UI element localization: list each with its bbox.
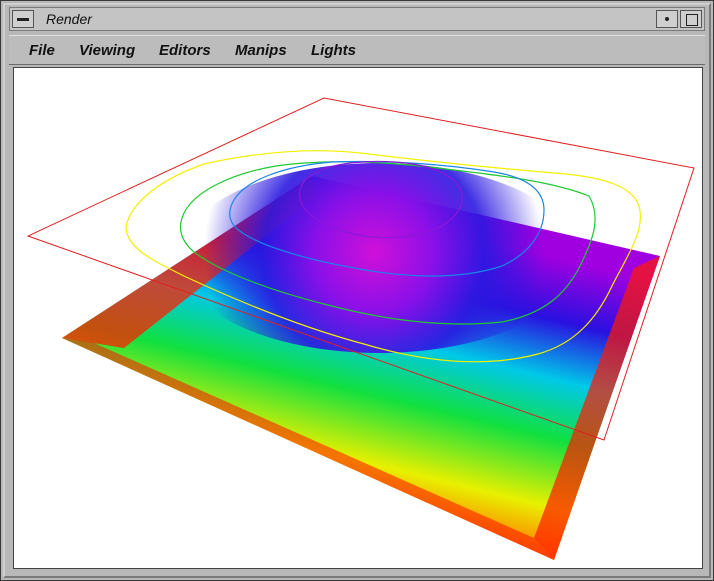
window-title: Render xyxy=(46,11,92,27)
scene-canvas[interactable] xyxy=(14,68,703,569)
title-bar[interactable]: Render xyxy=(9,7,705,31)
render-viewport[interactable] xyxy=(13,67,703,569)
menu-viewing[interactable]: Viewing xyxy=(79,42,135,59)
maximize-icon xyxy=(686,14,698,26)
menu-editors[interactable]: Editors xyxy=(159,42,211,59)
window-menu-button[interactable] xyxy=(12,10,34,28)
menu-bar: File Viewing Editors Manips Lights xyxy=(9,35,705,65)
maximize-button[interactable] xyxy=(680,10,702,28)
menu-manips[interactable]: Manips xyxy=(235,42,287,59)
minimize-button[interactable] xyxy=(656,10,678,28)
surface-dome xyxy=(179,163,579,353)
menu-file[interactable]: File xyxy=(29,42,55,59)
window-menu-icon xyxy=(17,18,29,21)
menu-lights[interactable]: Lights xyxy=(311,42,356,59)
minimize-icon xyxy=(665,17,669,21)
render-window: Render File Viewing Editors Manips Light… xyxy=(0,0,714,581)
